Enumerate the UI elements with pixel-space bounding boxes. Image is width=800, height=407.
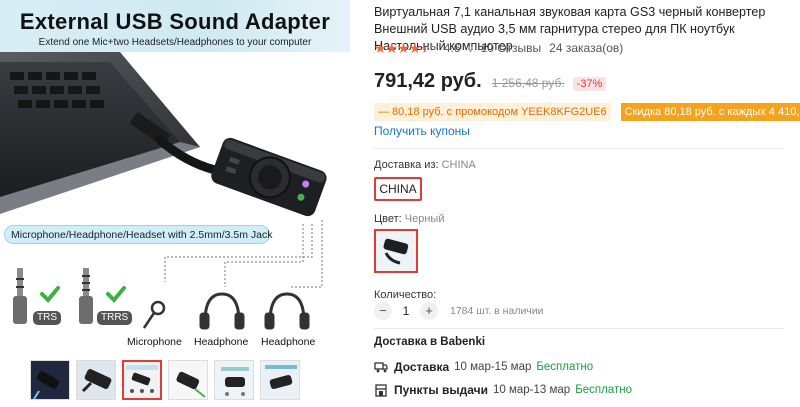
trrs-plug-icon	[79, 268, 93, 324]
microphone-icon	[142, 300, 166, 329]
thumbnail[interactable]	[30, 360, 70, 400]
color-title: Цвет:	[374, 213, 402, 225]
quantity-decrease-button[interactable]: −	[374, 302, 392, 320]
delivery-truck-icon	[374, 362, 388, 373]
product-gallery: External USB Sound Adapter Extend one Mi…	[0, 0, 358, 407]
headphone-icon	[199, 292, 245, 330]
pickup-point-icon	[375, 384, 387, 397]
orders-count: 24 заказа(ов)	[549, 41, 624, 55]
thumbnail-selected[interactable]	[122, 360, 162, 400]
thumbnail[interactable]	[168, 360, 208, 400]
quantity-increase-button[interactable]: +	[420, 302, 438, 320]
promo-code-badge[interactable]: — 80,18 руб. с промокодом YEEK8KFG2UE6	[374, 103, 611, 121]
quantity-stepper: − 1 + 1784 шт. в наличии	[374, 302, 544, 320]
delivery-method-name: Доставка	[394, 360, 450, 374]
divider	[374, 148, 784, 149]
headphone-icon	[264, 292, 310, 330]
trs-label: TRS	[33, 311, 61, 325]
quantity-value[interactable]: 1	[392, 304, 420, 318]
image-banner: External USB Sound Adapter Extend one Mi…	[0, 0, 350, 52]
trrs-label: TRRS	[97, 311, 133, 325]
get-coupons-link[interactable]: Получить купоны	[374, 124, 470, 138]
chevron-down-icon[interactable]: ∨	[466, 42, 474, 55]
current-price: 791,42 руб.	[374, 70, 482, 92]
rating-stars-icon[interactable]: ★★★★★☆	[374, 40, 439, 57]
microphone-label: Microphone	[127, 336, 182, 348]
discount-badge: -37%	[572, 77, 607, 91]
ship-from-label: Доставка из: CHINA	[374, 159, 476, 171]
rating-score: 4.6	[443, 41, 461, 55]
thumbnail[interactable]	[260, 360, 300, 400]
ship-from-option-china[interactable]: CHINA	[374, 177, 422, 201]
ship-from-title: Доставка из:	[374, 159, 439, 171]
headphone-label: Headphone	[194, 336, 249, 348]
trs-plug-icon	[13, 268, 27, 324]
pickup-row: Пункты выдачи 10 мар-13 мар Бесплатно	[374, 383, 632, 397]
color-value: Черный	[404, 213, 445, 225]
pickup-price: Бесплатно	[575, 384, 632, 396]
plug-types-illustration	[13, 268, 310, 330]
promo-row: — 80,18 руб. с промокодом YEEK8KFG2UE6 С…	[374, 103, 800, 121]
delivery-dates: 10 мар-15 мар	[454, 361, 532, 373]
stock-count: 1784 шт. в наличии	[450, 305, 544, 317]
thumbnail-strip	[30, 360, 300, 406]
reviews-link[interactable]: 10 Отзывы	[481, 41, 542, 55]
quantity-label: Количество:	[374, 289, 437, 301]
old-price: 1 256,48 руб.	[491, 76, 565, 90]
banner-title: External USB Sound Adapter	[19, 9, 331, 34]
thumbnail[interactable]	[76, 360, 116, 400]
headphone-label: Headphone	[261, 336, 316, 348]
check-icon	[106, 286, 126, 303]
rating-row: ★★★★★☆ 4.6 ∨ 10 Отзывы 24 заказа(ов)	[374, 40, 623, 56]
color-option-black[interactable]	[374, 229, 418, 273]
jack-compat-note: Microphone/Headphone/Headset with 2.5mm/…	[4, 225, 272, 244]
color-label: Цвет: Черный	[374, 213, 444, 225]
price-row: 791,42 руб. 1 256,48 руб. -37%	[374, 70, 607, 93]
check-icon	[40, 286, 60, 303]
delivery-row: Доставка 10 мар-15 мар Бесплатно	[374, 360, 593, 374]
banner-subtitle: Extend one Mic+two Headsets/Headphones t…	[38, 37, 312, 48]
pickup-method-name: Пункты выдачи	[394, 383, 488, 397]
pickup-dates: 10 мар-13 мар	[492, 384, 571, 396]
delivery-price: Бесплатно	[536, 361, 594, 373]
store-discount-badge[interactable]: Скидка 80,18 руб. с каждых 4 410,12 руб.	[620, 103, 800, 121]
product-main-image[interactable]: External USB Sound Adapter Extend one Mi…	[0, 0, 350, 352]
divider	[374, 328, 784, 329]
thumbnail[interactable]	[214, 360, 254, 400]
ship-to-location[interactable]: Доставка в Babenki	[374, 336, 485, 348]
ship-from-value: CHINA	[441, 159, 476, 171]
